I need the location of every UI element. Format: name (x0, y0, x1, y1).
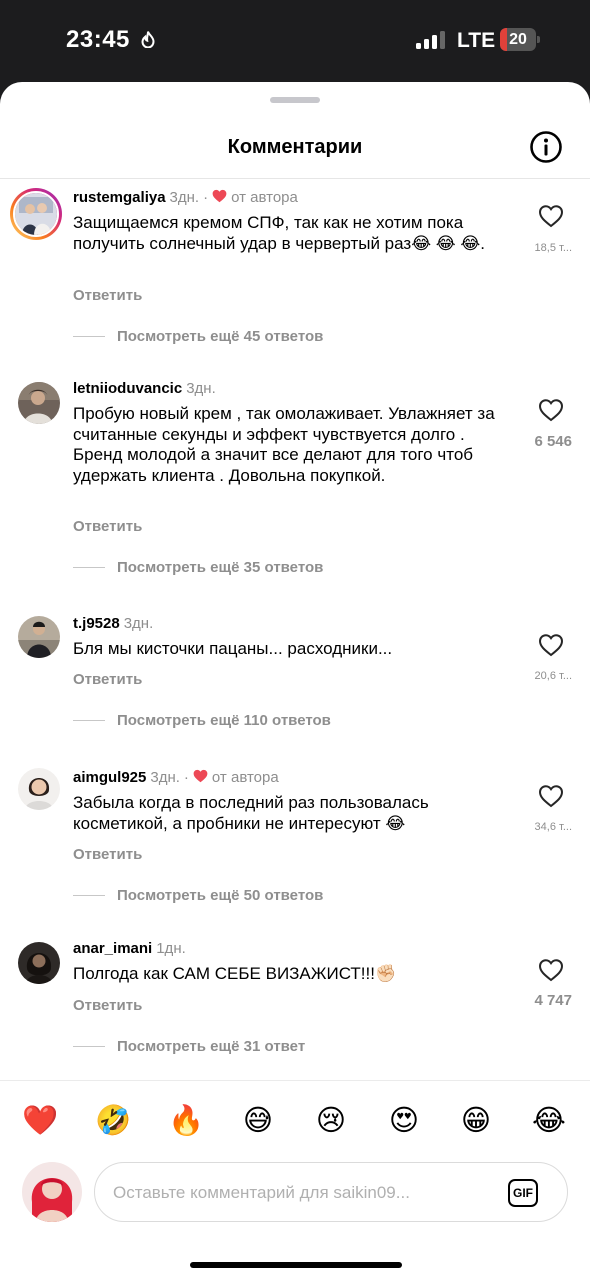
like-count: 34,6 т... (534, 821, 572, 833)
reaction-joy[interactable]: 😂 (529, 1100, 569, 1140)
signal-icon (416, 31, 445, 49)
comment-text: Пробую новый крем , так омолаживает. Увл… (73, 404, 495, 485)
comment-meta: t.j9528 3дн. (73, 615, 153, 632)
like-count: 20,6 т... (534, 670, 572, 682)
username[interactable]: letniioduvancic (73, 380, 182, 397)
info-icon[interactable] (529, 130, 563, 164)
gif-icon[interactable]: GIF (508, 1179, 538, 1207)
comment-time: 3дн. (150, 769, 180, 786)
comment-meta: letniioduvancic 3дн. (73, 380, 216, 397)
comment-text: Полгода как САМ СЕБЕ ВИЗАЖИСТ!!!✊🏻 (73, 964, 397, 983)
quick-reactions: ❤️ 🤣 🔥 😅 😢 😍 😁 😂 (0, 1100, 590, 1140)
composer-divider (0, 1080, 590, 1081)
comment-time: 3дн. (186, 380, 216, 397)
battery-indicator: 20 (500, 28, 540, 51)
view-replies-label: Посмотреть ещё 35 ответов (117, 559, 324, 576)
status-time: 23:45 (66, 26, 130, 53)
view-replies-label: Посмотреть ещё 50 ответов (117, 887, 324, 904)
username[interactable]: anar_imani (73, 940, 152, 957)
view-replies-button[interactable]: Посмотреть ещё 50 ответов (73, 887, 323, 904)
reply-button[interactable]: Ответить (73, 518, 142, 535)
avatar[interactable] (18, 768, 60, 810)
comment-meta: aimgul925 3дн. · от автора (73, 769, 279, 786)
view-replies-label: Посмотреть ещё 31 ответ (117, 1038, 306, 1055)
view-replies-button[interactable]: Посмотреть ещё 45 ответов (73, 328, 323, 345)
like-count: 6 546 (534, 433, 572, 450)
reaction-heart-eyes[interactable]: 😍 (384, 1100, 424, 1140)
avatar[interactable] (18, 382, 60, 424)
network-label: LTE (457, 29, 496, 52)
sheet-grabber[interactable] (270, 97, 320, 103)
liked-by-author-label: от автора (211, 769, 279, 786)
reaction-cry[interactable]: 😢 (311, 1100, 351, 1140)
comment-text: Забыла когда в последний раз пользовалас… (73, 793, 429, 833)
view-replies-button[interactable]: Посмотреть ещё 110 ответов (73, 712, 331, 729)
username[interactable]: rustemgaliya (73, 189, 166, 206)
heart-outline-icon[interactable] (538, 784, 564, 808)
avatar[interactable] (10, 188, 62, 240)
reaction-heart[interactable]: ❤️ (20, 1100, 60, 1140)
view-replies-button[interactable]: Посмотреть ещё 31 ответ (73, 1038, 305, 1055)
username[interactable]: t.j9528 (73, 615, 120, 632)
reply-button[interactable]: Ответить (73, 997, 142, 1014)
reply-button[interactable]: Ответить (73, 846, 142, 863)
comment-text: Защищаемся кремом СПФ, так как не хотим … (73, 213, 485, 253)
heart-outline-icon[interactable] (538, 633, 564, 657)
like-count: 18,5 т... (534, 242, 572, 254)
view-replies-label: Посмотреть ещё 45 ответов (117, 328, 324, 345)
battery-percent: 20 (509, 31, 527, 48)
comment-meta: rustemgaliya 3дн. · от автора (73, 189, 298, 206)
reply-button[interactable]: Ответить (73, 287, 142, 304)
comment-time: 3дн. (169, 189, 200, 206)
heart-outline-icon[interactable] (538, 398, 564, 422)
sheet-title: Комментарии (227, 136, 363, 158)
heart-outline-icon[interactable] (538, 204, 564, 228)
reaction-sweat-smile[interactable]: 😅 (238, 1100, 278, 1140)
username[interactable]: aimgul925 (73, 769, 146, 786)
comment-time: 1дн. (156, 940, 186, 957)
composer-avatar (22, 1162, 82, 1222)
avatar[interactable] (18, 942, 60, 984)
comments-sheet: Комментарии rustemgaliya 3дн. · от автора З… (0, 82, 590, 1280)
reaction-fire[interactable]: 🔥 (166, 1100, 206, 1140)
flame-icon (141, 31, 155, 48)
comment-meta: anar_imani 1дн. (73, 940, 186, 957)
comment-time: 3дн. (123, 615, 154, 632)
liked-by-author-label: от автора (231, 189, 298, 206)
heart-filled-icon (193, 769, 208, 783)
reply-button[interactable]: Ответить (73, 671, 142, 688)
comment-input[interactable]: Оставьте комментарий для saikin09... GIF (94, 1162, 568, 1222)
heart-filled-icon (212, 189, 227, 203)
comment-text: Бля мы кисточки пацаны... расходники... (73, 639, 393, 658)
home-indicator (190, 1262, 402, 1268)
header-divider (0, 178, 590, 179)
reaction-grin[interactable]: 😁 (456, 1100, 496, 1140)
like-count: 4 747 (534, 992, 572, 1009)
view-replies-label: Посмотреть ещё 110 ответов (117, 712, 331, 729)
avatar[interactable] (18, 616, 60, 658)
view-replies-button[interactable]: Посмотреть ещё 35 ответов (73, 559, 323, 576)
heart-outline-icon[interactable] (538, 958, 564, 982)
status-bar: 23:45 LTE 20 (0, 0, 590, 82)
reaction-rofl[interactable]: 🤣 (93, 1100, 133, 1140)
comment-input-placeholder: Оставьте комментарий для saikin09... (113, 1183, 410, 1202)
